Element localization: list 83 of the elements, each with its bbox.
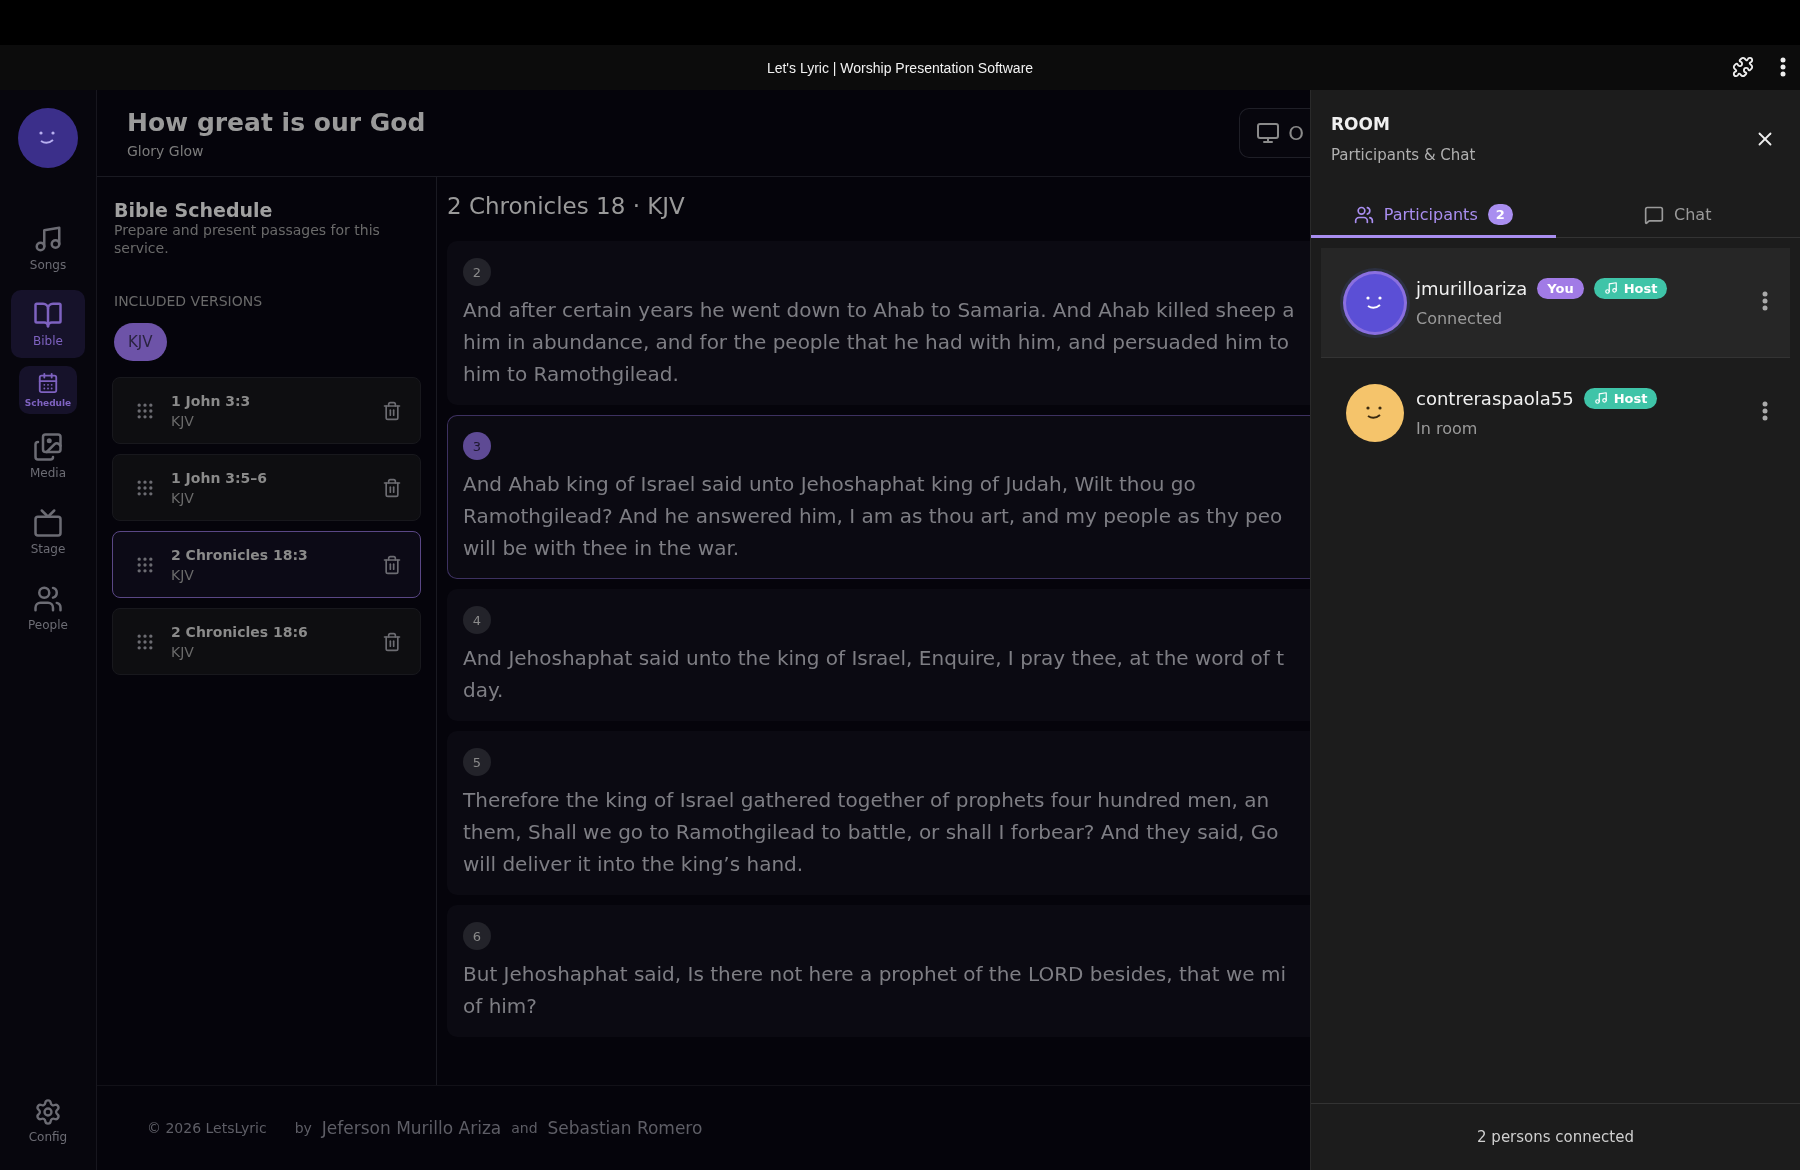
verse-number: 2 [463,258,491,286]
people-icon [1353,204,1374,225]
passage-version: KJV [171,489,195,506]
images-icon [33,432,63,462]
config-button[interactable]: Config [11,1088,85,1154]
panel-subtitle: Participants & Chat [1331,146,1476,164]
verse-text: Therefore the king of Israel gathered together of prophets four hundred men, an them, Shall we go to Ramothgilead to battle, or shall I forbear? And they said, Go will deliver it into the king’s hand. [463,787,1279,878]
passage-item[interactable]: 1 John 3:3 KJV [112,377,421,445]
verse-text: And Ahab king of Israel said unto Jehoshaphat king of Judah, Wilt thou go Ramothgilead? And he answered him, I am as thou art, and my people as thy peo will be with thee in the war. [463,471,1283,562]
and-text: and [511,1120,538,1136]
people-icon [33,584,63,614]
count-badge: 2 [1487,204,1513,225]
participant-row[interactable]: contreraspaola55 Host In room [1321,358,1790,468]
sidebar-item[interactable]: Songs [11,214,85,282]
role-badge: Host [1593,277,1668,299]
passage-reference: 2 Chronicles 18:6 [171,623,309,640]
passage-reference: 1 John 3:5–6 [171,469,269,486]
extension-icon[interactable] [1732,56,1754,78]
by-text: by [294,1120,312,1136]
trash-icon[interactable] [382,400,402,421]
verse-card[interactable]: 4 And Jehoshaphat said unto the king of Israel, Enquire, I pray thee, at the word of t day. [447,589,1310,721]
schedule-title: Bible Schedule [113,199,274,221]
settings-icon [34,1098,62,1126]
tab-label: Participants [1383,205,1478,224]
passage-version: KJV [171,643,195,660]
passage-title: 2 Chronicles 18 · KJV [447,193,686,219]
sidebar-item[interactable]: People [11,574,85,642]
author-name: Jeferson Murillo Ariza [321,1118,502,1138]
verse-number: 5 [463,748,491,776]
copyright-text: © 2026 LetsLyric [147,1120,267,1136]
verse-number: 3 [463,432,491,460]
participant-name: jmurilloariza [1416,277,1528,299]
passage-version: KJV [171,412,195,429]
open-button[interactable]: O [1239,108,1310,158]
trash-icon[interactable] [382,477,402,498]
role-badge: Host [1583,387,1658,409]
passage-item[interactable]: 2 Chronicles 18:3 KJV [112,531,421,599]
passage-item[interactable]: 2 Chronicles 18:6 KJV [112,608,421,676]
author-name: Sebastian Romero [547,1118,703,1138]
passage-reference: 1 John 3:3 [171,392,252,409]
participant-status: Connected [1416,308,1504,328]
verse-number: 6 [463,922,491,950]
verse-card[interactable] [447,731,1310,895]
chat-icon [1644,204,1665,225]
calendar-icon [37,372,59,394]
trash-icon[interactable] [382,631,402,652]
window-title: Let's Lyric | Worship Presentation Software [766,59,1034,76]
tab-label: Chat [1674,205,1712,224]
verse-text: And after certain years he went down to Ahab to Samaria. And Ahab killed sheep a him in abundance, and for the people that he had with him, and persuaded him to him to Ramothgilead. [463,297,1295,388]
sidebar-item[interactable]: Stage [11,498,85,566]
music-note-icon [33,224,63,254]
book-icon [33,300,63,330]
tv-icon [33,508,63,538]
section-label: INCLUDED VERSIONS [114,293,264,310]
verse-card[interactable]: 2 And after certain years he went down to Ahab to Samaria. And Ahab killed sheep a him in abundance, and for the people that he had with him, and persuaded him to him to Ramothgilead. [447,241,1310,405]
panel-tab[interactable]: Participants 2 [1311,194,1556,238]
participant-name: contreraspaola55 [1416,387,1574,409]
role-badge: You [1537,277,1584,299]
verse-card[interactable]: 3 And Ahab king of Israel said unto Jehoshaphat king of Judah, Wilt thou go Ramothgilead? And he answered him, I am as thou art, and my people as thy peo will be with thee in the war. [447,415,1310,579]
verse-text: But Jehoshaphat said, Is there not here a prophet of the LORD besides, that we mi of him? [463,961,1286,1020]
panel-tab[interactable]: Chat [1555,194,1800,238]
more-icon [1762,291,1768,311]
trash-icon[interactable] [382,554,402,575]
version-chip[interactable]: KJV [114,323,167,362]
verse-number: 4 [463,606,491,634]
verse-text: And Jehoshaphat said unto the king of Israel, Enquire, I pray thee, at the word of t day. [463,645,1284,704]
passage-reference: 2 Chronicles 18:3 [171,546,309,563]
more-icon[interactable] [1780,57,1786,77]
sidebar-item[interactable]: Media [11,422,85,490]
monitor-icon [1256,121,1281,145]
sidebar-item[interactable]: Schedule [19,366,77,414]
schedule-description: Prepare and present passages for this service. [113,221,381,258]
panel-title: ROOM [1331,114,1391,134]
more-icon [1762,401,1768,421]
song-title: How great is our God [127,107,426,137]
participant-row[interactable]: jmurilloariza You Host Connected [1321,248,1790,358]
passage-item[interactable]: 1 John 3:5–6 KJV [112,454,421,522]
verse-card[interactable]: 6 But Jehoshaphat said, Is there not here a prophet of the LORD besides, that we mi of him? [447,905,1310,1037]
connection-count: 2 persons connected [1477,1128,1634,1146]
sidebar-item[interactable]: Bible [11,290,85,358]
passage-version: KJV [171,566,195,583]
song-artist: Glory Glow [127,142,205,159]
participant-status: In room [1416,418,1479,438]
